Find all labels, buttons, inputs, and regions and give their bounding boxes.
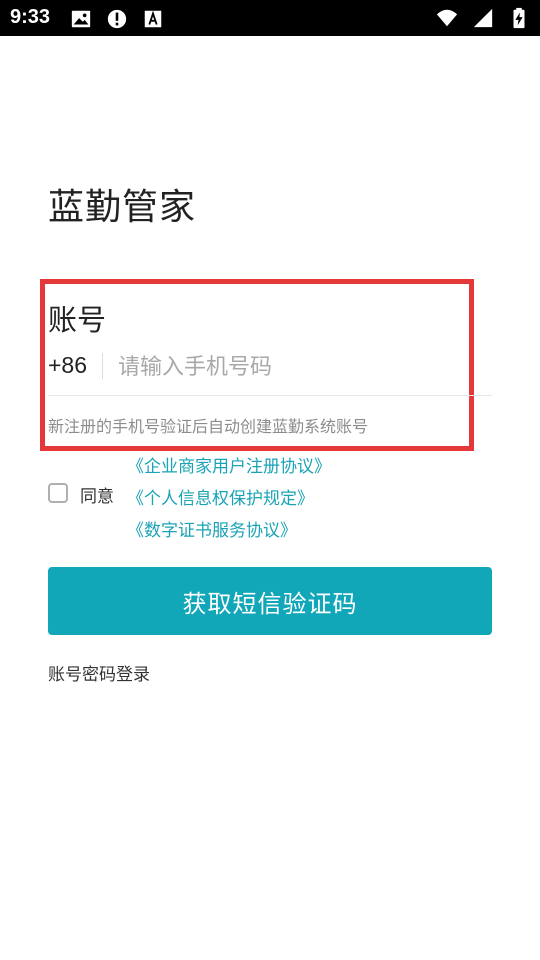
agree-checkbox[interactable] [48, 483, 68, 503]
registration-hint: 新注册的手机号验证后自动创建蓝勤系统账号 [48, 417, 369, 436]
image-icon [71, 10, 91, 28]
notification-icons [70, 8, 164, 30]
status-bar: 9:33 [0, 0, 540, 36]
alert-icon [107, 9, 127, 29]
system-icons [436, 7, 530, 29]
phone-input-row: +86 [48, 344, 492, 396]
status-time: 9:33 [10, 6, 51, 28]
app-title: 蓝勤管家 [48, 187, 197, 228]
password-login-link[interactable]: 账号密码登录 [48, 660, 150, 685]
country-code-divider [102, 353, 103, 379]
font-a-icon [144, 10, 162, 28]
battery-charging-icon [513, 7, 525, 29]
agree-label: 同意 [80, 487, 114, 507]
get-sms-code-button[interactable]: 获取短信验证码 [48, 567, 492, 635]
enterprise-registration-agreement-link[interactable]: 《企业商家用户注册协议》 [127, 452, 331, 477]
wifi-icon [436, 9, 458, 27]
signal-icon [473, 8, 493, 28]
account-label: 账号 [48, 303, 107, 337]
country-code-selector[interactable]: +86 [48, 352, 87, 379]
digital-certificate-agreement-link[interactable]: 《数字证书服务协议》 [127, 516, 297, 541]
personal-info-protection-link[interactable]: 《个人信息权保护规定》 [127, 484, 314, 509]
phone-number-input[interactable] [118, 348, 478, 386]
